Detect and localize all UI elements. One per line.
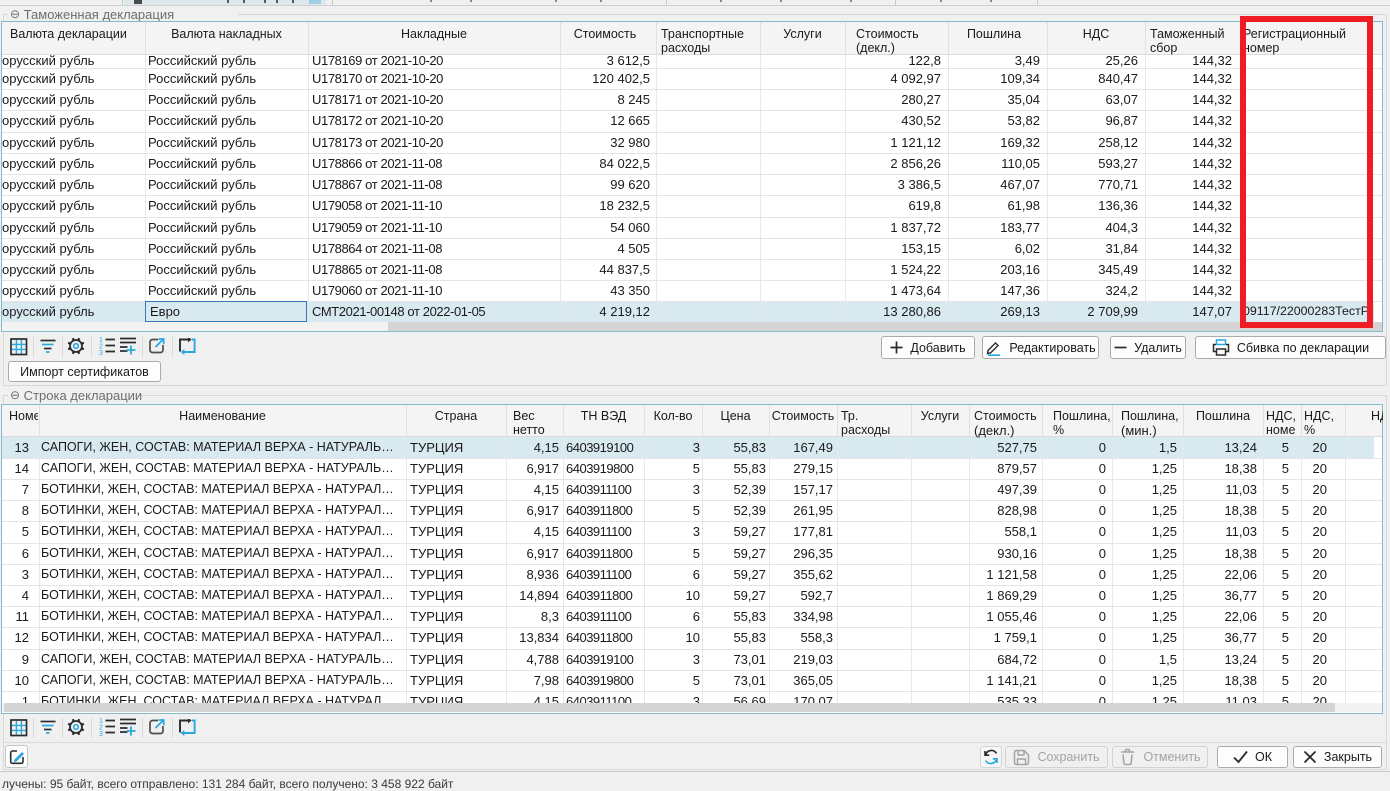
- svg-text:3: 3: [99, 350, 103, 356]
- svg-text:3: 3: [99, 731, 103, 737]
